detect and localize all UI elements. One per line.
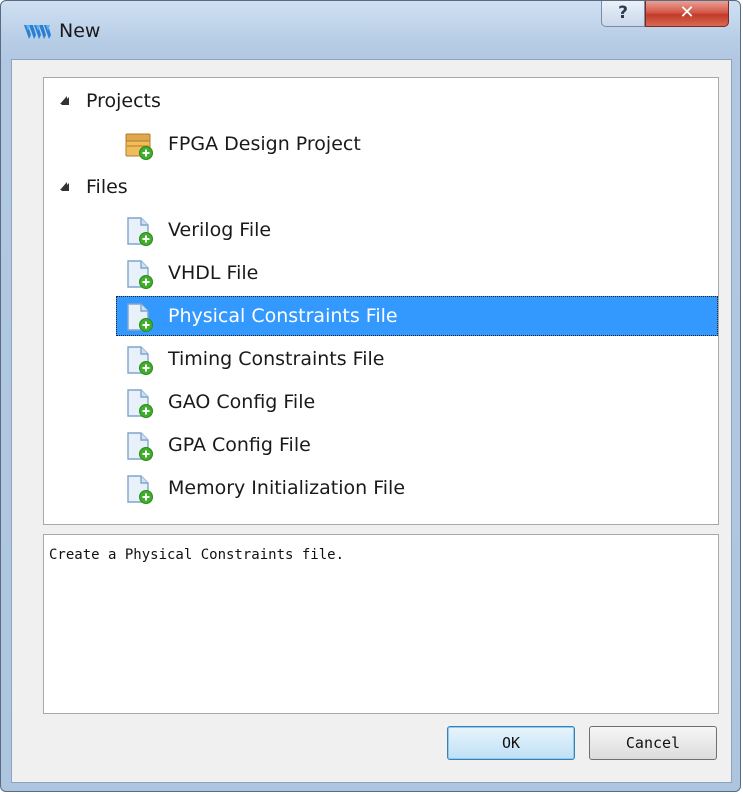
title-bar[interactable]: New ? ✕ xyxy=(1,1,740,59)
file-add-icon xyxy=(124,431,154,461)
tree-item-label: Memory Initialization File xyxy=(168,477,406,499)
file-add-icon xyxy=(124,259,154,289)
description-box: Create a Physical Constraints file. xyxy=(43,534,719,714)
dialog-content: Projects FPGA Design Project Files Verilog … xyxy=(11,59,732,783)
tree-item-label: Verilog File xyxy=(168,219,272,241)
expand-arrow-icon[interactable] xyxy=(58,167,72,207)
tree-item[interactable]: GPA Config File xyxy=(116,425,718,465)
project-box-icon xyxy=(124,130,154,160)
close-icon: ✕ xyxy=(679,2,695,23)
description-text: Create a Physical Constraints file. xyxy=(49,547,345,563)
file-add-icon xyxy=(124,474,154,504)
tree-group-label: Files xyxy=(86,176,128,198)
tree-group-projects[interactable]: Projects xyxy=(44,81,718,121)
template-tree[interactable]: Projects FPGA Design Project Files Verilog … xyxy=(43,77,719,525)
tree-item-label: VHDL File xyxy=(168,262,259,284)
window-title: New xyxy=(59,20,101,42)
tree-group-files[interactable]: Files xyxy=(44,167,718,207)
app-logo-icon xyxy=(24,25,51,39)
file-add-icon xyxy=(124,388,154,418)
tree-item-label: FPGA Design Project xyxy=(168,133,361,155)
ok-button[interactable]: OK xyxy=(447,726,575,760)
expand-arrow-icon[interactable] xyxy=(58,81,72,121)
tree-item[interactable]: Timing Constraints File xyxy=(116,339,718,379)
help-button[interactable]: ? xyxy=(601,1,645,27)
help-icon: ? xyxy=(618,3,628,23)
tree-item[interactable]: Verilog File xyxy=(116,210,718,250)
tree-item-label: Physical Constraints File xyxy=(168,305,398,327)
tree-item-label: Timing Constraints File xyxy=(168,348,385,370)
tree-item[interactable]: VHDL File xyxy=(116,253,718,293)
tree-item-label: GAO Config File xyxy=(168,391,316,413)
close-button[interactable]: ✕ xyxy=(645,1,729,27)
tree-group-label: Projects xyxy=(86,90,161,112)
tree-item[interactable]: Physical Constraints File xyxy=(116,296,718,336)
tree-item[interactable]: GAO Config File xyxy=(116,382,718,422)
new-dialog: New ? ✕ Projects FPGA Design Project Files… xyxy=(0,0,741,792)
file-add-icon xyxy=(124,345,154,375)
file-add-icon xyxy=(124,302,154,332)
tree-item-label: GPA Config File xyxy=(168,434,311,456)
cancel-button[interactable]: Cancel xyxy=(589,726,717,760)
tree-item[interactable]: Memory Initialization File xyxy=(116,468,718,508)
tree-item[interactable]: FPGA Design Project xyxy=(116,124,718,164)
file-add-icon xyxy=(124,216,154,246)
